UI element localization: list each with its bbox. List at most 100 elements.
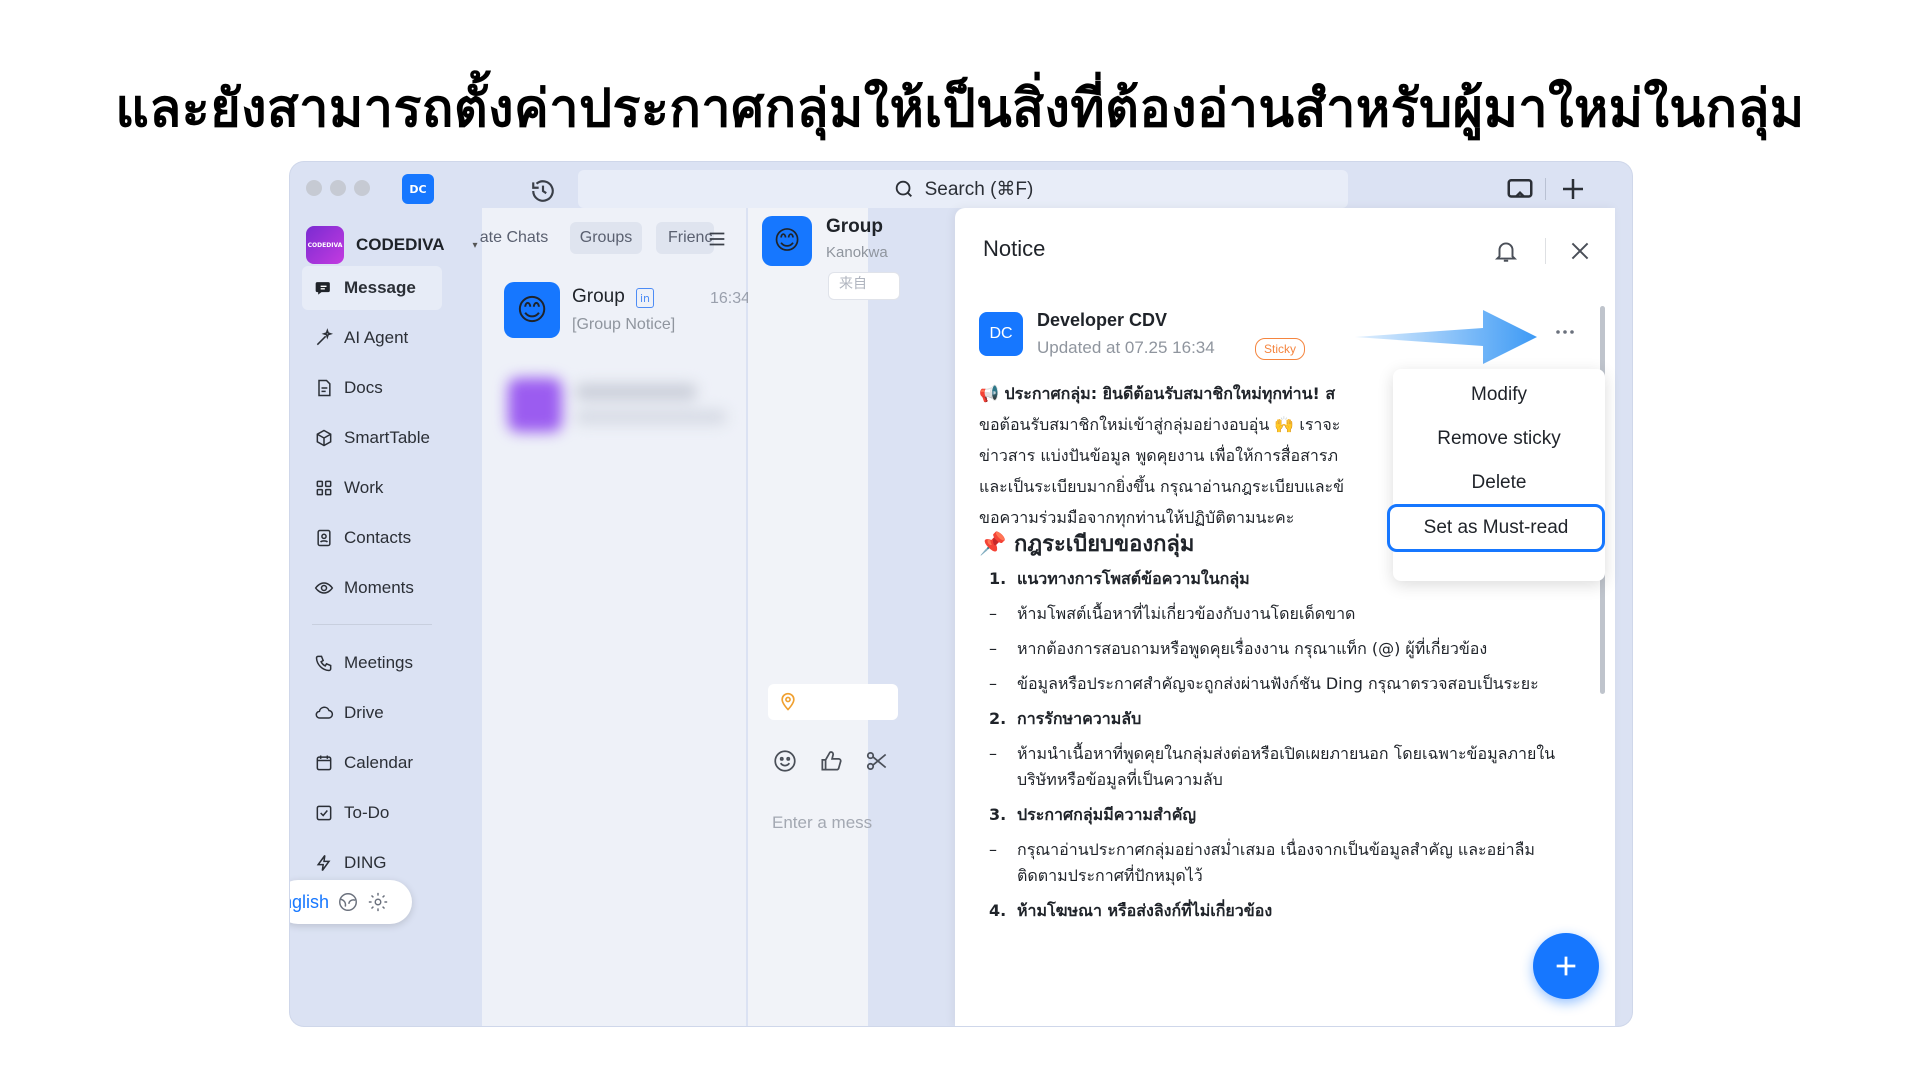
sidebar-item-label: DING	[344, 853, 387, 872]
zoom-window-dot[interactable]	[354, 180, 370, 196]
sidebar-item-meetings[interactable]: Meetings	[302, 641, 442, 685]
emoji-icon[interactable]	[772, 748, 798, 774]
page-caption: และยังสามารถตั้งค่าประกาศกลุ่มให้เป็นสิ่…	[115, 79, 1805, 139]
message-bubble: 来自	[828, 272, 900, 300]
conversation-preview: [Group Notice]	[572, 316, 676, 333]
chat-panel: 😊 Group Kanokwa 来自 Enter a mess	[748, 208, 900, 1026]
rule-heading: 3. ประกาศกลุ่มมีความสำคัญ	[985, 802, 1585, 828]
rule-item: – ห้ามนำเนื้อหาที่พูดคุยในกลุ่มส่งต่อหรือ…	[985, 741, 1585, 793]
sticky-badge: Sticky	[1255, 338, 1306, 360]
notice-panel: Notice DC Developer CDV Updated at 07.25…	[955, 208, 1615, 1026]
chat-group-avatar: 😊	[762, 216, 812, 266]
toolbar-divider	[1545, 178, 1546, 200]
blurred-conversation-item[interactable]	[508, 378, 738, 434]
sidebar-nav: Message AI Agent Docs SmartTable Work Co…	[302, 266, 442, 891]
sidebar-item-calendar[interactable]: Calendar	[302, 741, 442, 785]
pointer-arrow-icon	[1355, 310, 1537, 364]
rule-marker: –	[989, 639, 997, 658]
list-menu-icon[interactable]	[706, 228, 728, 250]
sidebar-item-label: Message	[344, 278, 416, 297]
plus-icon	[1556, 956, 1576, 976]
app-window: DC Search (⌘F) CODEDIVA CODEDIVA ▾ Messa…	[290, 162, 1632, 1026]
rule-marker: –	[989, 840, 997, 859]
sidebar-item-label: Meetings	[344, 653, 413, 672]
sidebar-item-label: Calendar	[344, 753, 413, 772]
more-options-icon[interactable]	[1553, 320, 1577, 344]
conversation-item[interactable]: 😊 Group in 16:34 [Group Notice]	[504, 282, 750, 342]
rule-item: – ห้ามโพสต์เนื้อหาที่ไม่เกี่ยวข้องกับงานโ…	[985, 601, 1585, 627]
language-switcher[interactable]: nglish	[290, 880, 412, 924]
rules-list: 1. แนวทางการโพสต์ข้อความในกลุ่ม – ห้ามโพสต์…	[985, 566, 1585, 933]
sidebar-item-label: Contacts	[344, 528, 412, 547]
menu-item-delete[interactable]: Delete	[1393, 472, 1605, 494]
sidebar-item-moments[interactable]: Moments	[302, 566, 442, 610]
user-avatar[interactable]: DC	[402, 174, 434, 204]
conversation-time: 16:34	[710, 290, 751, 307]
notice-header-divider	[1545, 238, 1546, 264]
add-notice-button[interactable]	[1533, 933, 1599, 999]
rule-marker: –	[989, 674, 997, 693]
mention-bar[interactable]	[768, 684, 898, 720]
author-name: Developer CDV	[1037, 310, 1168, 330]
tab-groups[interactable]: Groups	[570, 222, 642, 254]
globe-icon[interactable]	[337, 891, 359, 913]
history-icon[interactable]	[530, 178, 556, 204]
docs-icon	[318, 379, 331, 397]
tab-private-chats[interactable]: ate Chats	[474, 222, 554, 254]
sidebar-item-label: Moments	[344, 578, 414, 597]
chat-subtitle: Kanokwa	[826, 244, 888, 261]
close-icon[interactable]	[1567, 238, 1593, 264]
drive-icon	[315, 706, 334, 719]
message-input[interactable]: Enter a mess	[772, 813, 872, 833]
language-label: nglish	[290, 891, 330, 912]
rule-heading: 4. ห้ามโฆษณา หรือส่งลิงก์ที่ไม่เกี่ยวข้อง	[985, 898, 1585, 924]
menu-item-modify[interactable]: Modify	[1393, 384, 1605, 406]
rule-heading: 2. การรักษาความลับ	[985, 706, 1585, 732]
author-avatar: DC	[979, 312, 1023, 356]
search-placeholder: Search (⌘F)	[924, 178, 1034, 200]
moments-icon	[314, 582, 334, 594]
calendar-icon	[316, 755, 332, 771]
sidebar-item-contacts[interactable]: Contacts	[302, 516, 442, 560]
org-logo: CODEDIVA	[306, 226, 344, 264]
rule-marker: 3.	[989, 805, 1007, 824]
sidebar-item-todo[interactable]: To-Do	[302, 791, 442, 835]
minimize-window-dot[interactable]	[330, 180, 346, 196]
sidebar-item-docs[interactable]: Docs	[302, 366, 442, 410]
thumbs-up-icon[interactable]	[818, 748, 844, 774]
sidebar-item-message[interactable]: Message	[302, 266, 442, 310]
group-avatar: 😊	[504, 282, 560, 338]
menu-item-set-must-read[interactable]: Set as Must-read	[1387, 504, 1605, 552]
contacts-icon	[317, 529, 331, 547]
updated-time: Updated at 07.25 16:34	[1037, 338, 1215, 357]
search-icon	[895, 180, 912, 197]
bell-icon[interactable]	[1493, 238, 1519, 264]
sidebar-item-label: Drive	[344, 703, 384, 722]
rule-marker: 1.	[989, 569, 1007, 588]
menu-item-remove-sticky[interactable]: Remove sticky	[1393, 428, 1605, 450]
notice-intro-line: ขอต้อนรับสมาชิกใหม่เข้าสู่กลุ่มอย่างอบอุ…	[979, 415, 1341, 434]
rule-text: กรุณาอ่านประกาศกลุ่มอย่างสม่ำเสมอ เนื่อง…	[1017, 840, 1535, 885]
scissors-icon[interactable]	[864, 748, 890, 774]
rule-marker: –	[989, 604, 997, 623]
rule-text: หากต้องการสอบถามหรือพูดคุยเรื่องงาน กรุณ…	[1017, 639, 1488, 658]
rule-text: ห้ามนำเนื้อหาที่พูดคุยในกลุ่มส่งต่อหรือเ…	[1017, 744, 1556, 789]
rule-text: แนวทางการโพสต์ข้อความในกลุ่ม	[1017, 569, 1250, 588]
ai-agent-icon	[316, 328, 334, 346]
sidebar-item-work[interactable]: Work	[302, 466, 442, 510]
settings-gear-icon[interactable]	[367, 891, 389, 913]
meetings-icon	[315, 655, 332, 672]
location-pin-icon	[781, 692, 795, 711]
sidebar-item-smarttable[interactable]: SmartTable	[302, 416, 442, 460]
sidebar-item-ai-agent[interactable]: AI Agent	[302, 316, 442, 360]
sidebar-item-ding[interactable]: DING	[302, 841, 442, 885]
close-window-dot[interactable]	[306, 180, 322, 196]
rule-text: ห้ามโฆษณา หรือส่งลิงก์ที่ไม่เกี่ยวข้อง	[1017, 901, 1273, 920]
org-switcher[interactable]: CODEDIVA CODEDIVA ▾	[306, 226, 478, 264]
screen-share-icon[interactable]	[1505, 174, 1535, 204]
notice-intro: 📢 ประกาศกลุ่ม: ยินดีต้อนรับสมาชิกใหม่ทุก…	[979, 378, 1379, 533]
work-icon	[316, 480, 332, 496]
add-icon[interactable]	[1558, 174, 1588, 204]
search-bar[interactable]: Search (⌘F)	[578, 170, 1348, 208]
sidebar-item-drive[interactable]: Drive	[302, 691, 442, 735]
